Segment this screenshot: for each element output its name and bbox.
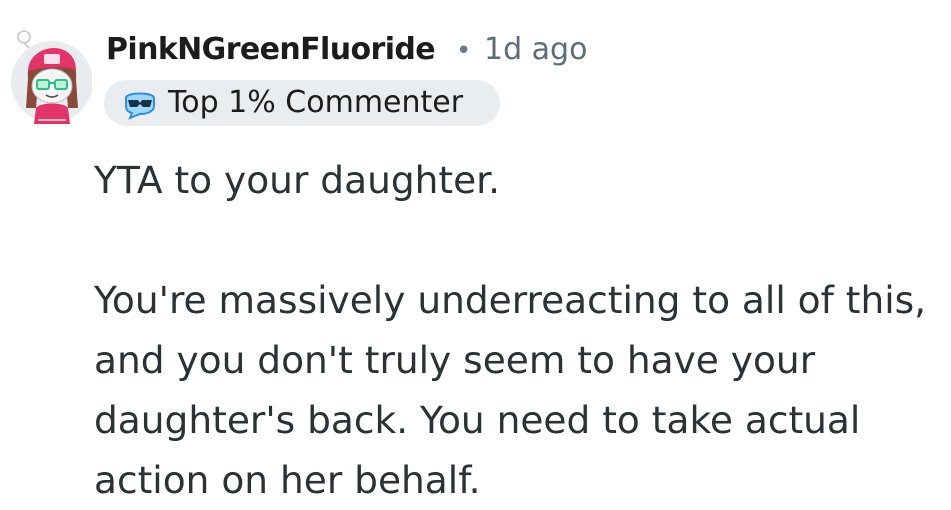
comment-line: YTA to your daughter. xyxy=(94,158,501,202)
user-flair-badge: Top 1% Commenter xyxy=(104,80,500,126)
comment-line: You're massively underreacting to all of… xyxy=(94,278,927,322)
snoo-avatar-icon xyxy=(11,30,93,124)
comment-line: and you don't truly seem to have your xyxy=(94,338,816,382)
comment-author[interactable]: PinkNGreenFluoride xyxy=(106,30,436,70)
comment-body: YTA to your daughter. You're massively u… xyxy=(94,150,934,510)
comment-line: action on her behalf. xyxy=(94,458,481,502)
user-avatar[interactable] xyxy=(8,28,93,124)
comment-line: daughter's back. You need to take actual xyxy=(94,398,861,442)
meta-separator: • xyxy=(456,36,472,66)
flair-label: Top 1% Commenter xyxy=(168,85,464,120)
top-commenter-badge-icon xyxy=(125,92,155,120)
comment-paragraph-1: YTA to your daughter. xyxy=(94,150,934,210)
comment-timestamp[interactable]: 1d ago xyxy=(484,30,587,70)
comment-paragraph-2: You're massively underreacting to all of… xyxy=(94,270,934,510)
